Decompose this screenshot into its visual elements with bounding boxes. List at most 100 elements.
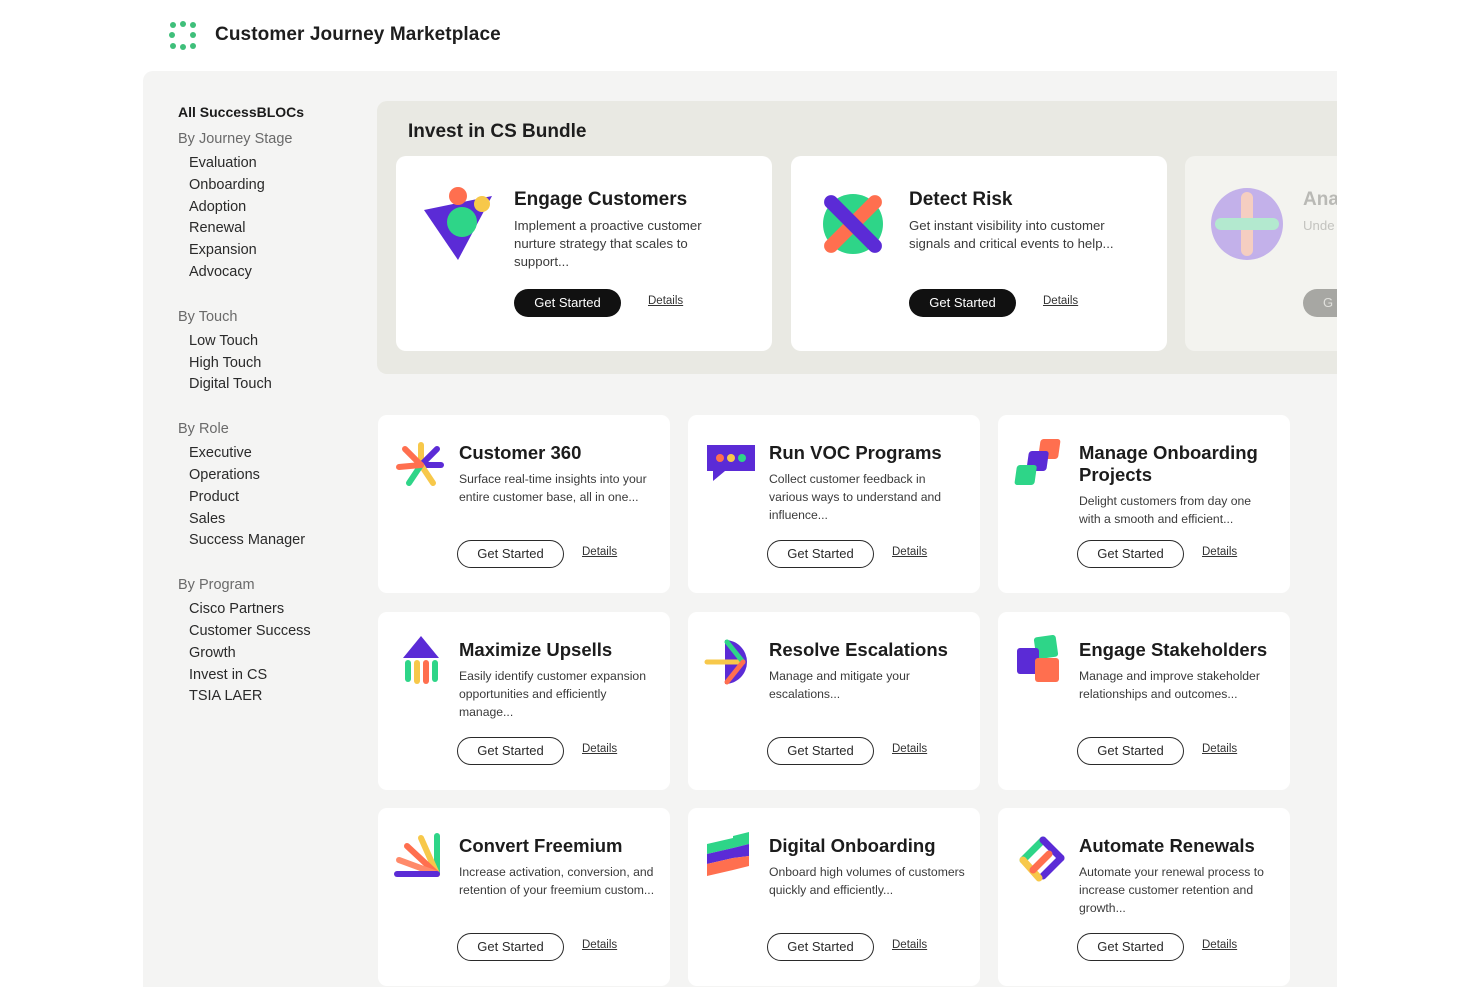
details-link[interactable]: Details (582, 939, 617, 951)
card-description: Collect customer feedback in various way… (769, 472, 942, 522)
sidebar: All SuccessBLOCs By Journey Stage Evalua… (178, 104, 368, 708)
logo-icon (169, 21, 196, 50)
successbloc-card[interactable]: Convert Freemium Increase activation, co… (378, 808, 670, 986)
bundle-carousel: Invest in CS Bundle Engage Customers Imp… (377, 101, 1337, 374)
get-started-button[interactable]: Get Started (457, 540, 564, 568)
sidebar-item-operations[interactable]: Operations (178, 465, 368, 487)
details-link[interactable]: Details (582, 743, 617, 755)
get-started-button[interactable]: Get Started (767, 933, 874, 961)
sidebar-item-customer-success[interactable]: Customer Success (178, 621, 368, 643)
details-link[interactable]: Details (892, 939, 927, 951)
card-title: Maximize Upsells (459, 639, 613, 660)
get-started-button[interactable]: Get Started (457, 933, 564, 961)
successbloc-card[interactable]: Run VOC Programs Collect customer feedba… (688, 415, 980, 593)
sidebar-group-touch: By Touch (178, 308, 238, 325)
stakeholders-icon (1017, 634, 1059, 682)
sidebar-all-successblocs[interactable]: All SuccessBLOCs (178, 104, 368, 126)
card-title: Customer 360 (459, 442, 582, 463)
details-link[interactable]: Details (892, 743, 927, 755)
sidebar-group-program: By Program (178, 577, 255, 594)
card-title: Run VOC Programs (769, 442, 942, 463)
analytics-icon (1211, 188, 1283, 260)
successbloc-card[interactable]: Resolve Escalations Manage and mitigate … (688, 612, 980, 790)
get-started-button[interactable]: Get Started (1077, 737, 1184, 765)
sidebar-item-low-touch[interactable]: Low Touch (178, 331, 368, 353)
sidebar-item-advocacy[interactable]: Advocacy (178, 262, 368, 284)
sidebar-group-role: By Role (178, 421, 229, 438)
details-link[interactable]: Details (1202, 743, 1237, 755)
bundle-card-partial: Ana Unde of yo multi G (1185, 156, 1337, 351)
successbloc-card[interactable]: Automate Renewals Automate your renewal … (998, 808, 1290, 986)
card-title: Resolve Escalations (769, 639, 948, 660)
get-started-button[interactable]: Get Started (514, 289, 621, 317)
card-description: Automate your renewal process to increas… (1079, 865, 1264, 915)
card-description: Get instant visibility into customer sig… (909, 218, 1114, 251)
successbloc-card[interactable]: Manage Onboarding Projects Delight custo… (998, 415, 1290, 593)
app-title: Customer Journey Marketplace (215, 24, 501, 45)
bundle-card[interactable]: Engage Customers Implement a proactive c… (396, 156, 772, 351)
successbloc-card[interactable]: Digital Onboarding Onboard high volumes … (688, 808, 980, 986)
successbloc-card[interactable]: Maximize Upsells Easily identify custome… (378, 612, 670, 790)
sidebar-item-adoption[interactable]: Adoption (178, 197, 368, 219)
details-link[interactable]: Details (1043, 295, 1078, 307)
get-started-button[interactable]: Get Started (767, 540, 874, 568)
get-started-button[interactable]: Get Started (767, 737, 874, 765)
onboarding-projects-icon (1014, 439, 1061, 485)
sidebar-item-growth[interactable]: Growth (178, 643, 368, 665)
details-link[interactable]: Details (1202, 546, 1237, 558)
card-description: Implement a proactive customer nurture s… (514, 218, 702, 269)
sidebar-item-success-manager[interactable]: Success Manager (178, 530, 368, 552)
card-description: Delight customers from day one with a sm… (1079, 494, 1252, 526)
main-frame: All SuccessBLOCs By Journey Stage Evalua… (143, 71, 1337, 987)
successbloc-card[interactable]: Customer 360 Surface real-time insights … (378, 415, 670, 593)
digital-onboarding-steps-icon (707, 832, 749, 876)
card-title: Convert Freemium (459, 835, 623, 856)
card-description: Manage and mitigate your escalations... (769, 669, 910, 701)
sidebar-item-executive[interactable]: Executive (178, 443, 368, 465)
details-link[interactable]: Details (648, 295, 683, 307)
engage-customers-icon (424, 187, 492, 260)
card-description: Surface real-time insights into your ent… (459, 472, 647, 504)
card-description: Onboard high volumes of customers quickl… (769, 865, 965, 897)
card-title: Digital Onboarding (769, 835, 936, 856)
sidebar-item-cisco-partners[interactable]: Cisco Partners (178, 599, 368, 621)
renewal-loop-icon (1019, 836, 1065, 882)
sidebar-item-expansion[interactable]: Expansion (178, 240, 368, 262)
sidebar-group-journey-stage: By Journey Stage (178, 131, 293, 147)
get-started-button[interactable]: Get Started (1077, 540, 1184, 568)
card-title: Detect Risk (909, 189, 1013, 210)
sidebar-item-invest-in-cs[interactable]: Invest in CS (178, 665, 368, 687)
card-description: Manage and improve stakeholder relations… (1079, 669, 1260, 701)
upsell-arrow-icon (403, 636, 439, 684)
sidebar-item-high-touch[interactable]: High Touch (178, 353, 368, 375)
card-title: Engage Customers (514, 189, 688, 210)
card-title: Engage Stakeholders (1079, 639, 1268, 660)
get-started-button[interactable]: Get Started (909, 289, 1016, 317)
top-bar: Customer Journey Marketplace (0, 0, 1480, 71)
sidebar-item-sales[interactable]: Sales (178, 509, 368, 531)
sidebar-item-evaluation[interactable]: Evaluation (178, 153, 368, 175)
card-description: Easily identify customer expansion oppor… (459, 669, 646, 719)
card-description: Increase activation, conversion, and ret… (459, 865, 655, 897)
sidebar-item-product[interactable]: Product (178, 487, 368, 509)
card-description: Unde of yo multi (1303, 218, 1337, 233)
details-link[interactable]: Details (892, 546, 927, 558)
customer-360-icon (396, 442, 444, 486)
detect-risk-icon (823, 194, 883, 254)
get-started-button[interactable]: Get Started (457, 737, 564, 765)
card-title: Manage Onboarding Projects (1079, 442, 1258, 485)
details-link[interactable]: Details (582, 546, 617, 558)
freemium-fan-icon (394, 833, 440, 877)
details-link[interactable]: Details (1202, 939, 1237, 951)
successbloc-card[interactable]: Engage Stakeholders Manage and improve s… (998, 612, 1290, 790)
chat-bubble-icon (707, 445, 755, 481)
get-started-button: G (1303, 289, 1337, 317)
card-title: Ana (1303, 189, 1337, 210)
sidebar-item-tsia-laer[interactable]: TSIA LAER (178, 686, 368, 708)
bundle-card[interactable]: Detect Risk Get instant visibility into … (791, 156, 1167, 351)
get-started-button[interactable]: Get Started (1077, 933, 1184, 961)
sidebar-item-digital-touch[interactable]: Digital Touch (178, 374, 368, 396)
card-title: Automate Renewals (1079, 835, 1255, 856)
sidebar-item-onboarding[interactable]: Onboarding (178, 175, 368, 197)
sidebar-item-renewal[interactable]: Renewal (178, 218, 368, 240)
